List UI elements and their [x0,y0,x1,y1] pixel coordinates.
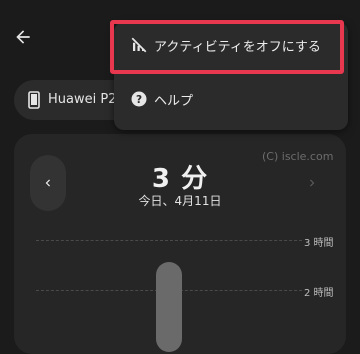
next-day-button[interactable] [294,155,330,211]
svg-text:?: ? [136,94,142,106]
back-button[interactable] [8,22,38,52]
activity-off-icon [131,37,147,53]
phone-icon [28,91,40,109]
overflow-menu: アクティビティをオフにする ? ヘルプ [114,22,348,130]
arrow-back-icon [16,30,30,44]
menu-item-turn-off-activity[interactable]: アクティビティをオフにする [114,22,348,70]
menu-item-label: アクティビティをオフにする [154,40,321,55]
y-tick-label-3h: 3 時間 [304,238,334,249]
gridline-3h [36,240,302,241]
watermark: (C) iscle.com [262,150,334,163]
chevron-right-icon [310,179,315,187]
help-icon: ? [131,91,147,107]
y-tick-label-2h: 2 時間 [304,288,334,299]
menu-item-help[interactable]: ? ヘルプ [114,76,348,124]
menu-item-label: ヘルプ [154,94,194,109]
date-label: 今日、4月11日 [138,194,222,208]
total-time: 3 分 [151,164,209,194]
usage-bar[interactable] [156,262,182,352]
previous-day-button[interactable] [30,155,66,211]
chevron-left-icon [45,179,50,187]
